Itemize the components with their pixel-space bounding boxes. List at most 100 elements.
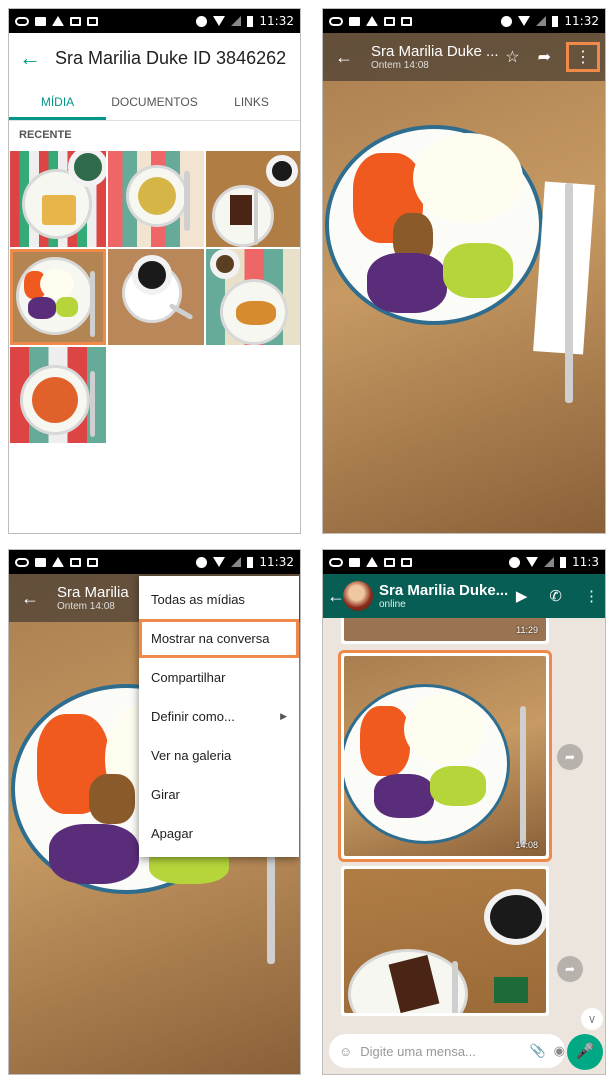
image-icon	[384, 557, 395, 567]
message-input[interactable]: ☺ Digite uma mensa... 📎 ◉	[329, 1034, 565, 1068]
photo-timestamp: Ontem 14:08	[371, 60, 429, 71]
dnd-icon	[196, 15, 208, 27]
image-icon	[70, 557, 81, 567]
status-bar: 11:3	[323, 550, 605, 574]
image-icon	[70, 16, 81, 26]
star-icon[interactable]: ☆	[505, 47, 519, 67]
avatar[interactable]	[343, 581, 373, 611]
menu-item-show-in-chat[interactable]: Mostrar na conversa	[139, 619, 299, 658]
laptop-icon	[87, 16, 98, 26]
page-title: Sra Marilia Duke ID 3846262	[55, 47, 287, 68]
status-bar: 11:32	[323, 9, 605, 33]
laptop-icon	[401, 557, 412, 567]
photo-title-block: Sra Marilia Ontem 14:08	[57, 584, 129, 612]
photo-menu-screen: 11:32 ← Sra Marilia Ontem 14:08 Todas as…	[8, 549, 301, 1075]
thumbnail-coffee-cup[interactable]	[108, 249, 204, 345]
photo-timestamp: Ontem 14:08	[57, 601, 115, 612]
voicemail-icon	[15, 557, 29, 567]
contact-name: Sra Marilia	[57, 584, 129, 601]
menu-item-all-media[interactable]: Todas as mídias	[139, 580, 299, 619]
warning-icon	[366, 16, 378, 26]
attach-icon[interactable]: 📎	[529, 1043, 545, 1059]
thumbnail-soup[interactable]	[108, 151, 204, 247]
camera-icon[interactable]: ◉	[554, 1043, 565, 1059]
toolbar: ← Sra Marilia Duke ID 3846262	[9, 33, 300, 83]
voicemail-icon	[329, 557, 343, 567]
overflow-menu: Todas as mídias Mostrar na conversa Comp…	[139, 576, 299, 857]
forward-icon[interactable]: ➦	[557, 744, 583, 770]
status-bar: 11:32	[9, 550, 300, 574]
chat-screen: 11:3 ← Sra Marilia Duke... online ▶ ✆ ⋮ …	[322, 549, 606, 1075]
voicemail-icon	[329, 16, 343, 26]
section-label: RECENTE	[19, 129, 72, 141]
warning-icon	[52, 16, 64, 26]
thumbnail-toast[interactable]	[10, 151, 106, 247]
thumbnail-salad-bowl[interactable]	[10, 249, 106, 345]
phone-call-icon[interactable]: ✆	[549, 587, 562, 605]
full-photo[interactable]	[323, 33, 605, 533]
voicemail-icon	[15, 16, 29, 26]
message-time: 14:08	[515, 840, 538, 850]
menu-item-view-in-gallery[interactable]: Ver na galeria	[139, 736, 299, 775]
more-icon[interactable]: ⋮	[566, 42, 600, 72]
back-arrow-icon[interactable]: ←	[335, 47, 371, 68]
image-message[interactable]: 14:08	[338, 650, 552, 862]
emoji-icon[interactable]: ☺	[339, 1044, 352, 1059]
menu-item-set-as[interactable]: Definir como... ▶	[139, 697, 299, 736]
wifi-icon	[526, 557, 539, 567]
signal-icon	[231, 557, 242, 567]
photo-viewer-screen: 11:32 ← Sra Marilia Duke ... Ontem 14:08…	[322, 8, 606, 534]
image-message[interactable]	[341, 866, 549, 1016]
chat-header: ← Sra Marilia Duke... online ▶ ✆ ⋮	[323, 574, 605, 618]
more-icon[interactable]: ⋮	[584, 587, 599, 605]
message-icon	[35, 557, 46, 567]
image-message[interactable]: 11:29	[341, 614, 549, 644]
wifi-icon	[213, 557, 226, 567]
dnd-icon	[509, 556, 521, 568]
wifi-icon	[518, 16, 531, 26]
warning-icon	[52, 557, 64, 567]
dnd-icon	[501, 15, 513, 27]
tab-links[interactable]: LINKS	[203, 87, 300, 120]
message-input-placeholder: Digite uma mensa...	[360, 1043, 476, 1059]
forward-icon[interactable]: ➦	[557, 956, 583, 982]
toolbar-actions: ☆ ➦ ⋮	[505, 33, 605, 81]
chat-actions: ▶ ✆ ⋮	[516, 574, 599, 618]
battery-icon	[560, 556, 567, 568]
thumbnail-croissant[interactable]	[206, 249, 300, 345]
laptop-icon	[87, 557, 98, 567]
contact-name: Sra Marilia Duke...	[379, 582, 509, 599]
battery-icon	[247, 15, 254, 27]
status-time: 11:32	[259, 555, 294, 569]
tab-media[interactable]: MÍDIA	[9, 87, 106, 120]
back-arrow-icon[interactable]: ←	[327, 586, 345, 607]
video-call-icon[interactable]: ▶	[516, 587, 528, 605]
media-grid	[9, 151, 300, 443]
back-arrow-icon[interactable]: ←	[19, 45, 55, 71]
back-arrow-icon[interactable]: ←	[21, 588, 57, 609]
contact-name: Sra Marilia Duke ...	[371, 43, 499, 60]
menu-item-share[interactable]: Compartilhar	[139, 658, 299, 697]
message-icon	[349, 16, 360, 26]
submenu-arrow-icon: ▶	[280, 711, 287, 721]
menu-item-delete[interactable]: Apagar	[139, 814, 299, 853]
message-icon	[349, 557, 360, 567]
thumbnail-cake-coffee[interactable]	[206, 151, 300, 247]
contact-info[interactable]: Sra Marilia Duke... online	[379, 582, 508, 610]
laptop-icon	[401, 16, 412, 26]
media-tabs: MÍDIA DOCUMENTOS LINKS	[9, 87, 300, 121]
status-time: 11:32	[564, 14, 599, 28]
image-icon	[384, 16, 395, 26]
scroll-down-icon[interactable]: ∨	[581, 1008, 603, 1030]
menu-item-rotate[interactable]: Girar	[139, 775, 299, 814]
message-time: 11:29	[516, 625, 538, 635]
tab-documents[interactable]: DOCUMENTOS	[106, 87, 203, 120]
mic-icon[interactable]: 🎤	[567, 1034, 603, 1070]
photo-toolbar: ← Sra Marilia Duke ... Ontem 14:08 ☆ ➦ ⋮	[323, 33, 605, 81]
status-time: 11:32	[259, 14, 294, 28]
signal-icon	[536, 16, 547, 26]
share-icon[interactable]: ➦	[538, 47, 551, 67]
signal-icon	[544, 557, 555, 567]
thumbnail-pasta[interactable]	[10, 347, 106, 443]
warning-icon	[366, 557, 378, 567]
